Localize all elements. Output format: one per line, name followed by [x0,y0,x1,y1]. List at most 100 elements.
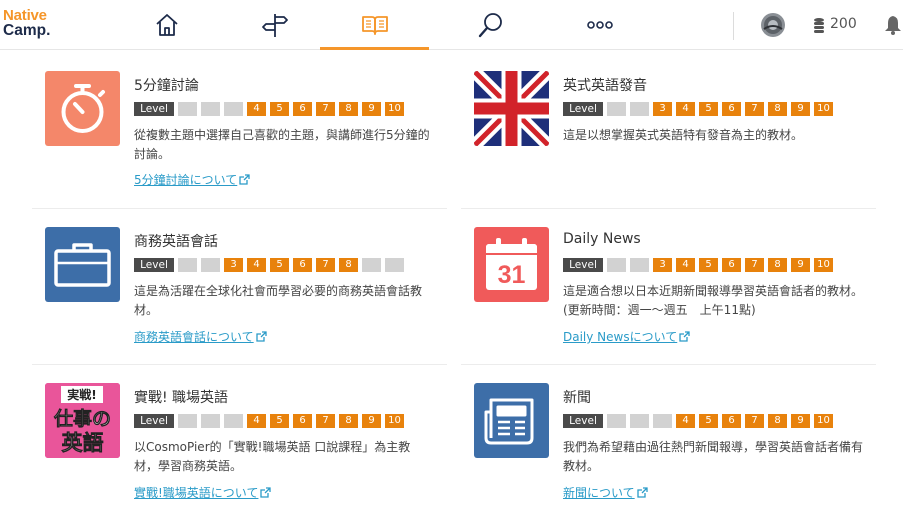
level-5: 5 [699,258,718,272]
nav-tab-home[interactable] [135,0,199,50]
level-10: 10 [385,414,404,428]
level-1 [178,414,197,428]
level-10: 10 [814,414,833,428]
course-description: 從複數主題中選擇自己喜歡的主題，與講師進行5分鐘的討論。 [134,128,430,161]
bell-icon[interactable] [884,15,902,35]
level-badges: Level 4 5 6 7 8 9 10 [134,414,404,428]
course-card-news[interactable]: 新聞 Level 4 5 6 7 8 9 10 我們為希望藉由過往熱門新聞報導，… [461,363,876,520]
course-title[interactable]: 新聞 [563,387,591,407]
level-label: Level [134,258,174,272]
level-badges: Level 3 4 5 6 7 8 9 10 [563,258,833,272]
level-5: 5 [699,102,718,116]
level-badges: Level 4 5 6 7 8 9 10 [563,414,833,428]
briefcase-icon [45,227,120,302]
course-title[interactable]: 實戰! 職場英語 [134,387,228,407]
nav-tab-more[interactable] [568,0,632,50]
top-header: Native Camp. 200 [0,0,903,50]
svg-text:仕事の: 仕事の [53,407,111,430]
course-card-jissen-business[interactable]: 実戦! 仕事の 英語 實戰! 職場英語 Level 4 5 6 7 8 9 10… [32,363,447,520]
course-about-link[interactable]: 實戰!職場英語について [134,484,272,501]
nativecamp-logo[interactable]: Native Camp. [3,8,50,38]
level-7: 7 [745,258,764,272]
level-label: Level [563,258,603,272]
level-7: 7 [745,102,764,116]
calendar-day: 31 [498,261,526,289]
coin-stack-icon [814,18,824,33]
level-1 [178,258,197,272]
signpost-icon [262,14,288,37]
union-jack-flag [474,71,549,146]
level-8: 8 [339,414,358,428]
course-card-5min-discussion[interactable]: 5分鐘討論 Level 4 5 6 7 8 9 10 從複數主題中選擇自己喜歡的… [32,51,447,208]
textbook-list: 5分鐘討論 Level 4 5 6 7 8 9 10 從複數主題中選擇自己喜歡的… [0,51,903,517]
avatar-image [761,13,785,37]
level-10 [385,258,404,272]
external-link-icon [679,331,690,342]
home-icon [156,14,178,36]
nav-tab-courses-map[interactable] [243,0,307,50]
course-about-link[interactable]: Daily Newsについて [563,328,690,345]
level-6: 6 [722,102,741,116]
external-link-icon [239,174,250,185]
level-4: 4 [676,414,695,428]
level-6: 6 [293,258,312,272]
level-8: 8 [768,258,787,272]
level-7: 7 [316,258,335,272]
level-4: 4 [247,102,266,116]
level-label: Level [134,414,174,428]
course-title[interactable]: Daily News [563,231,641,247]
course-description: 這是適合想以日本近期新聞報導學習英語會話者的教材。(更新時間：週一～週五 上午1… [563,284,864,317]
level-badges: Level 3 4 5 6 7 8 9 10 [563,102,833,116]
level-5: 5 [699,414,718,428]
course-title[interactable]: 商務英語會話 [134,231,218,251]
level-2 [201,258,220,272]
course-card-business-english[interactable]: 商務英語會話 Level 3 4 5 6 7 8 這是為活躍在全球化社會而學習必… [32,207,447,364]
level-label: Level [134,102,174,116]
nav-tab-search[interactable] [459,0,523,50]
level-4: 4 [247,414,266,428]
level-3 [224,102,243,116]
level-4: 4 [247,258,266,272]
level-3: 3 [653,258,672,272]
external-link-icon [260,487,272,498]
level-2 [630,414,649,428]
level-8: 8 [768,102,787,116]
level-6: 6 [722,258,741,272]
level-8: 8 [768,414,787,428]
coin-balance[interactable]: 200 [830,16,857,32]
level-label: Level [563,102,603,116]
level-3: 3 [653,102,672,116]
level-9: 9 [791,414,810,428]
course-title[interactable]: 5分鐘討論 [134,75,199,95]
header-separator [733,12,734,40]
level-5: 5 [270,102,289,116]
level-1 [178,102,197,116]
level-2 [630,258,649,272]
course-description: 以CosmoPier的「實戰!職場英語 口說課程」為主教材，學習商務英語。 [134,440,411,473]
nav-tab-textbooks[interactable] [320,0,429,50]
course-about-link[interactable]: 商務英語會話について [134,328,267,345]
level-badges: Level 3 4 5 6 7 8 [134,258,404,272]
level-9 [362,258,381,272]
more-icon [587,21,613,29]
course-card-daily-news[interactable]: 31 Daily News Level 3 4 5 6 7 8 9 10 這是適… [461,207,876,364]
level-9: 9 [362,414,381,428]
course-card-british-pronunciation[interactable]: 英式英語發音 Level 3 4 5 6 7 8 9 10 這是以想掌握英式英語… [461,51,876,208]
newspaper-icon [474,383,549,458]
course-about-link[interactable]: 新聞について [563,484,648,501]
level-2 [630,102,649,116]
course-title[interactable]: 英式英語發音 [563,75,647,95]
jissen-book-cover: 実戦! 仕事の 英語 [45,383,120,458]
level-9: 9 [362,102,381,116]
level-9: 9 [791,102,810,116]
course-about-link[interactable]: 5分鐘討論について [134,171,250,188]
level-label: Level [563,414,603,428]
level-4: 4 [676,102,695,116]
level-3: 3 [224,258,243,272]
avatar[interactable] [761,13,785,37]
level-7: 7 [745,414,764,428]
external-link-icon [256,331,267,342]
level-10: 10 [814,102,833,116]
search-icon [478,13,502,38]
level-1 [607,258,626,272]
